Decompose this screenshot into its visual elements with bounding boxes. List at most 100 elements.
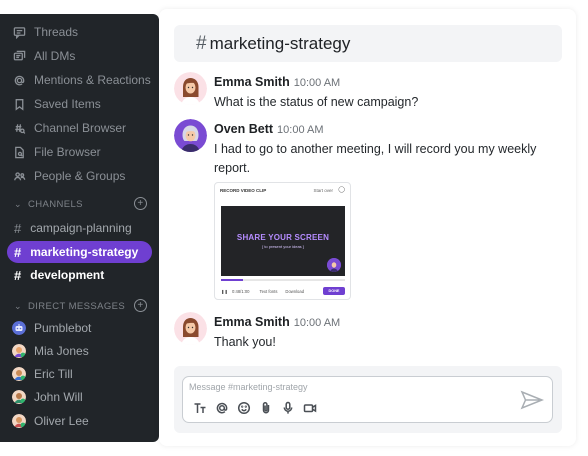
done-button[interactable]: DONE	[323, 287, 345, 295]
hash-icon: #	[196, 32, 207, 54]
avatar[interactable]	[174, 119, 207, 152]
sidebar-item-label: People & Groups	[34, 169, 126, 183]
message-input-placeholder: Message #marketing-strategy	[189, 382, 308, 392]
sidebar-item-threads[interactable]: Threads	[0, 22, 159, 42]
channel-development[interactable]: # development	[0, 264, 159, 286]
send-icon[interactable]	[519, 389, 545, 411]
clip-subline: [ to present your ideas ]	[262, 244, 304, 249]
sidebar-item-channel-browser[interactable]: Channel Browser	[0, 118, 159, 138]
file-browser-icon	[12, 145, 26, 159]
dm-oliver-lee[interactable]: Oliver Lee	[0, 411, 159, 431]
author-name[interactable]: Oven Bett	[214, 122, 273, 136]
user-avatar-icon	[12, 390, 26, 404]
threads-icon	[12, 25, 26, 39]
attachment-icon[interactable]	[255, 399, 277, 417]
chevron-down-icon: ⌄	[14, 198, 22, 209]
sidebar-item-saved[interactable]: Saved Items	[0, 94, 159, 114]
emoji-icon[interactable]	[233, 399, 255, 417]
sidebar-item-label: Channel Browser	[34, 121, 127, 135]
channel-header: # marketing-strategy	[174, 25, 562, 62]
sidebar-item-file-browser[interactable]: File Browser	[0, 142, 159, 162]
user-avatar-icon	[12, 414, 26, 428]
message-input[interactable]: Message #marketing-strategy	[182, 376, 553, 423]
sidebar-item-mentions[interactable]: Mentions & Reactions	[0, 70, 159, 90]
clip-controls: ❚❚ 0:48/1:00 Text fonts Download DONE	[221, 286, 345, 296]
message-composer: Message #marketing-strategy	[174, 366, 562, 433]
timestamp: 10:00 AM	[293, 77, 341, 89]
sidebar: Threads All DMs Mentions & Reactions Sav…	[0, 14, 159, 442]
composer-toolbar	[189, 399, 321, 417]
video-clip-attachment[interactable]: RECORD VIDEO CLIP Start over ◯ SHARE YOU…	[214, 182, 351, 300]
dm-name: Mia Jones	[34, 344, 89, 358]
dm-name: John Will	[34, 390, 83, 404]
channel-name: development	[30, 268, 105, 282]
dms-header-label: DIRECT MESSAGES	[27, 300, 126, 312]
video-icon[interactable]	[299, 399, 321, 417]
sidebar-item-label: Threads	[34, 25, 79, 39]
sidebar-item-label: File Browser	[34, 145, 101, 159]
dm-name: Eric Till	[34, 367, 73, 381]
clip-progress-fill	[221, 279, 244, 281]
all-dms-icon	[12, 49, 26, 63]
hash-icon: #	[14, 267, 22, 283]
at-icon	[12, 73, 26, 87]
hash-icon: #	[14, 244, 22, 260]
channel-title: marketing-strategy	[209, 33, 351, 53]
people-icon	[12, 169, 26, 183]
sidebar-item-label: Mentions & Reactions	[34, 73, 151, 87]
download-button[interactable]: Download	[285, 289, 304, 294]
channels-header-label: CHANNELS	[27, 198, 83, 210]
message: Emma Smith 10:00 AM Thank you!	[174, 312, 564, 352]
microphone-icon[interactable]	[277, 399, 299, 417]
hash-icon: #	[14, 220, 22, 236]
channel-name: campaign-planning	[30, 221, 132, 235]
pause-icon[interactable]: ❚❚	[221, 289, 228, 294]
clip-title: RECORD VIDEO CLIP	[220, 188, 267, 193]
clip-progress-bar[interactable]	[221, 279, 345, 281]
at-icon[interactable]	[211, 399, 233, 417]
message-text: Thank you!	[214, 335, 276, 349]
main-panel: # marketing-strategy Emma Smith 10:00 AM …	[159, 9, 576, 446]
dm-name: Oliver Lee	[34, 414, 89, 428]
app-root: Threads All DMs Mentions & Reactions Sav…	[0, 0, 588, 456]
text-fonts-button[interactable]: Text fonts	[260, 289, 278, 294]
sidebar-item-people[interactable]: People & Groups	[0, 166, 159, 186]
message-text: What is the status of new campaign?	[214, 95, 419, 109]
dm-pumblebot[interactable]: Pumblebot	[0, 318, 159, 338]
add-dm-icon[interactable]: +	[134, 299, 147, 312]
presenter-avatar	[327, 258, 341, 272]
clip-headline: SHARE YOUR SCREEN	[236, 233, 330, 242]
message-text: I had to go to another meeting, I will r…	[214, 142, 537, 175]
channel-browser-icon	[12, 121, 26, 135]
dms-section-header[interactable]: ⌄ DIRECT MESSAGES +	[0, 298, 159, 314]
chevron-down-icon: ⌄	[14, 300, 22, 311]
channel-marketing-strategy[interactable]: # marketing-strategy	[7, 241, 152, 263]
user-avatar-icon	[12, 367, 26, 381]
author-name[interactable]: Emma Smith	[214, 75, 290, 89]
sidebar-item-label: Saved Items	[34, 97, 101, 111]
channel-name: marketing-strategy	[30, 245, 139, 259]
dm-eric-till[interactable]: Eric Till	[0, 364, 159, 384]
avatar[interactable]	[174, 72, 207, 105]
clip-time: 0:48/1:00	[232, 288, 250, 294]
avatar[interactable]	[174, 312, 207, 345]
dm-mia-jones[interactable]: Mia Jones	[0, 341, 159, 361]
add-channel-icon[interactable]: +	[134, 197, 147, 210]
start-over-button[interactable]: Start over	[313, 188, 333, 193]
channels-section-header[interactable]: ⌄ CHANNELS +	[0, 196, 159, 212]
sidebar-item-all-dms[interactable]: All DMs	[0, 46, 159, 66]
timestamp: 10:00 AM	[277, 124, 324, 136]
close-icon[interactable]: ◯	[338, 186, 345, 193]
bookmark-icon	[12, 97, 26, 111]
bot-avatar-icon	[12, 321, 26, 335]
dm-name: Pumblebot	[34, 321, 92, 335]
timestamp: 10:00 AM	[293, 317, 341, 329]
video-preview[interactable]: SHARE YOUR SCREEN [ to present your idea…	[221, 206, 345, 276]
author-name[interactable]: Emma Smith	[214, 315, 290, 329]
message: Emma Smith 10:00 AM What is the status of…	[174, 72, 564, 112]
channel-campaign-planning[interactable]: # campaign-planning	[0, 217, 159, 239]
dm-john-will[interactable]: John Will	[0, 387, 159, 407]
sidebar-item-label: All DMs	[34, 49, 76, 63]
user-avatar-icon	[12, 344, 26, 358]
text-format-icon[interactable]	[189, 399, 211, 417]
